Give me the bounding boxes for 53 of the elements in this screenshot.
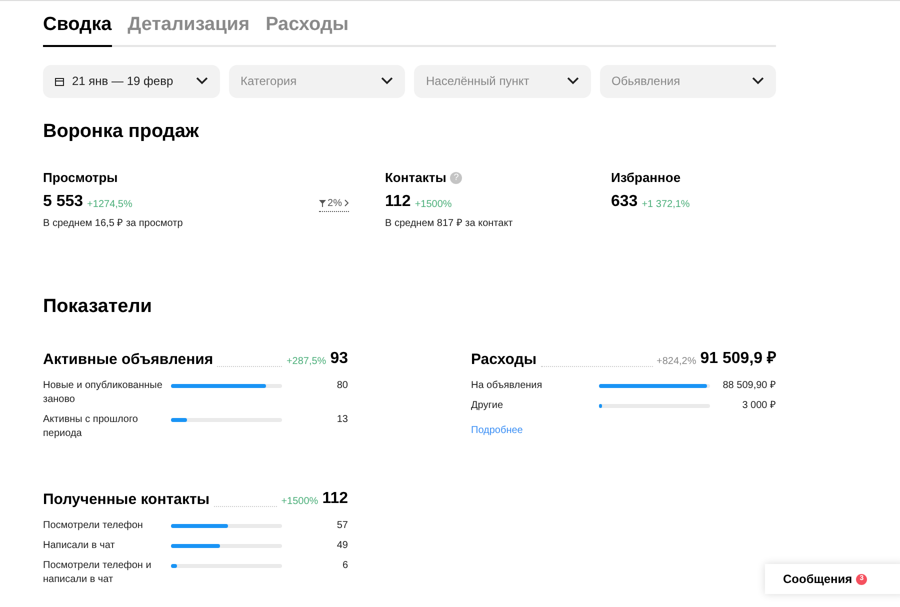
metric-value: 633 [611,192,638,212]
calendar-icon [55,76,64,86]
chevron-down-icon [566,77,578,85]
block-title: Полученные контакты [43,490,210,510]
block-total: 91 509,9 ₽ [700,349,776,369]
block-title: Расходы [471,350,537,370]
row-value: 88 509,90 ₽ [722,379,776,393]
row-label: Написали в чат [43,539,116,553]
row-label: Активны с прошлого периода [43,413,139,441]
row-label: Новые и опубликованные заново [43,379,164,407]
row-value: 49 [336,539,348,553]
change-percent: +824,2% [656,355,696,369]
tab[interactable]: Сводка [43,11,112,46]
row-value: 57 [336,519,348,533]
metric-label: Просмотры [43,169,118,187]
filter-select[interactable]: Категория [228,64,405,98]
change-percent: +1500% [281,495,318,509]
row-value: 3 000 ₽ [741,399,776,413]
change-percent: +1 372,1% [642,198,690,212]
tab[interactable]: Расходы [266,11,349,46]
metric-label: Контакты [385,169,446,187]
section-title: Воронка продаж [43,120,200,144]
chevron-down-icon [381,77,393,85]
row-label: Посмотрели телефон [43,519,144,533]
chevron-down-icon [752,77,764,85]
metric-value: 5 553 [43,192,84,212]
details-link[interactable]: Подробнее [471,423,776,438]
section-title: Показатели [43,294,153,318]
help-icon[interactable]: ? [450,172,462,184]
row-label: Посмотрели телефон и написали в чат [43,559,152,587]
block-title: Активные объявления [43,350,214,370]
row-label: Другие [471,399,504,413]
conversion-link[interactable]: 2% [318,196,349,212]
metric-value: 112 [385,192,411,212]
block-total: 93 [330,349,348,369]
change-percent: +1274,5% [87,198,132,212]
chevron-right-icon [344,199,349,207]
row-label: На объявления [471,379,544,393]
block-total: 112 [322,489,348,509]
metric-note: В среднем 817 ₽ за контакт [385,216,514,230]
tab[interactable]: Детализация [128,11,250,46]
funnel-icon [318,200,326,206]
change-percent: +1500% [414,198,452,212]
chevron-down-icon [196,77,208,85]
filter-select[interactable]: Обьявления [600,64,776,98]
metric-label: Избранное [611,169,681,187]
change-percent: +287,5% [286,355,326,369]
row-value: 6 [341,559,348,573]
filter-select[interactable]: Населённый пункт [414,64,590,98]
row-value: 13 [336,413,348,427]
row-value: 80 [336,379,348,393]
metric-note: В среднем 16,5 ₽ за просмотр [43,216,184,230]
date-range-select[interactable]: 21 янв — 19 февр [43,64,220,98]
